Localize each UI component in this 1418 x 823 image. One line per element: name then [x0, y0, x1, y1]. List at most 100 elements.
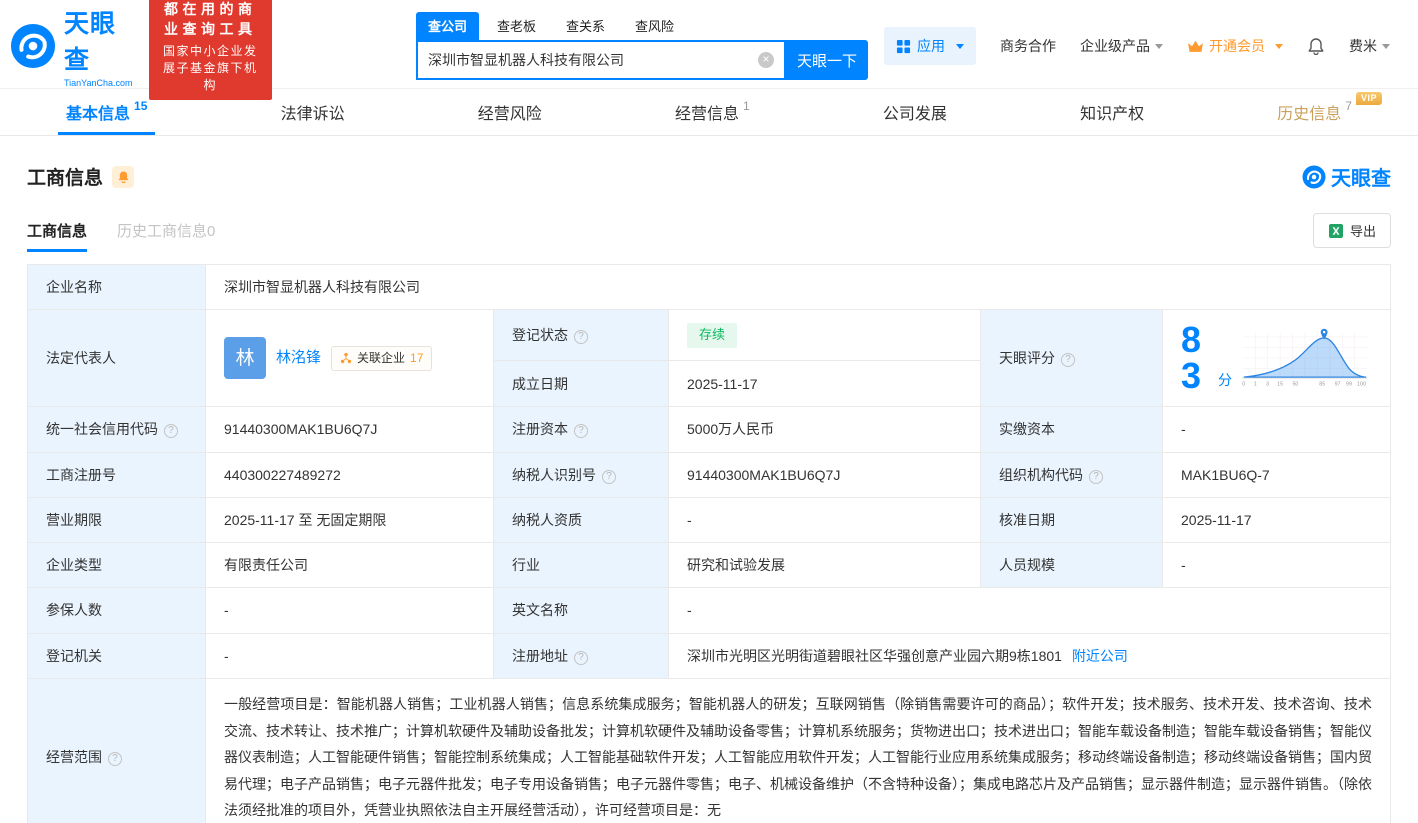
value-org-code: MAK1BU6Q-7	[1163, 452, 1391, 497]
tianyancha-logo[interactable]: 天眼查 TianYanCha.com	[10, 4, 133, 88]
promo-banner-line1: 都在用的商业查询工具	[159, 0, 262, 39]
chevron-down-icon	[1382, 44, 1390, 49]
svg-text:85: 85	[1319, 382, 1325, 388]
value-company-name: 深圳市智显机器人科技有限公司	[206, 265, 1391, 310]
related-companies-badge[interactable]: 关联企业 17	[331, 346, 432, 371]
enterprise-products-label: 企业级产品	[1080, 38, 1150, 54]
vip-badge: VIP	[1356, 92, 1382, 105]
label-insured-count: 参保人数	[28, 588, 206, 633]
search-input[interactable]	[428, 52, 758, 68]
tab-label: 经营信息	[675, 100, 739, 124]
logo-text-cn: 天眼查	[64, 4, 133, 76]
notifications-bell-icon[interactable]	[1307, 37, 1325, 55]
export-button[interactable]: 导出	[1313, 213, 1391, 248]
label-business-scope: 经营范围	[28, 679, 206, 823]
search-tab-company[interactable]: 查公司	[416, 12, 479, 40]
related-companies-label: 关联企业	[357, 350, 405, 367]
tyc-score[interactable]: 83分	[1181, 322, 1372, 394]
tab-history-info[interactable]: 历史信息7 VIP	[1269, 89, 1360, 135]
table-row: 营业期限 2025-11-17 至 无固定期限 纳税人资质 - 核准日期 202…	[28, 497, 1391, 542]
table-row: 法定代表人 林 林洺锋 关联企业	[28, 310, 1391, 361]
subscribe-bell-icon[interactable]	[112, 166, 134, 188]
help-icon[interactable]	[574, 424, 588, 438]
help-icon[interactable]	[1061, 353, 1075, 367]
related-companies-count: 17	[410, 350, 423, 367]
chevron-down-icon	[1275, 44, 1283, 49]
tab-label: 公司发展	[883, 100, 947, 124]
svg-text:100: 100	[1357, 382, 1366, 388]
label-company-type: 企业类型	[28, 543, 206, 588]
score-distribution-chart: 0 1 3 15 50 85 97 99 100	[1238, 326, 1372, 390]
label-approval-date: 核准日期	[981, 497, 1163, 542]
label-staff-size: 人员规模	[981, 543, 1163, 588]
value-staff-size: -	[1163, 543, 1391, 588]
search-button[interactable]: 天眼一下	[786, 40, 868, 80]
promo-banner-line2: 国家中小企业发展子基金旗下机构	[159, 42, 262, 93]
help-icon[interactable]	[602, 470, 616, 484]
label-reg-address: 注册地址	[494, 633, 669, 678]
label-taxpayer-id: 纳税人识别号	[494, 452, 669, 497]
enterprise-products-menu[interactable]: 企业级产品	[1080, 36, 1163, 56]
label-company-name: 企业名称	[28, 265, 206, 310]
table-row: 企业类型 有限责任公司 行业 研究和试验发展 人员规模 -	[28, 543, 1391, 588]
search-block: 查公司 查老板 查关系 查风险 天眼一下	[416, 12, 868, 80]
help-icon[interactable]	[574, 651, 588, 665]
table-row: 参保人数 - 英文名称 -	[28, 588, 1391, 633]
svg-text:1: 1	[1254, 382, 1257, 388]
clear-search-icon[interactable]	[758, 52, 774, 68]
help-icon[interactable]	[1089, 470, 1103, 484]
business-info-table: 企业名称 深圳市智显机器人科技有限公司 法定代表人 林 林洺锋	[27, 264, 1391, 823]
apps-menu[interactable]: 应用	[884, 27, 976, 65]
value-english-name: -	[669, 588, 1391, 633]
business-cooperation-link[interactable]: 商务合作	[1000, 36, 1056, 56]
subtab-business-info[interactable]: 工商信息	[27, 220, 87, 252]
label-paid-capital: 实缴资本	[981, 407, 1163, 452]
help-icon[interactable]	[108, 752, 122, 766]
label-reg-status: 登记状态	[494, 310, 669, 361]
svg-text:3: 3	[1266, 382, 1269, 388]
tianyancha-logo-icon	[10, 23, 56, 69]
apps-label: 应用	[917, 36, 945, 56]
help-icon[interactable]	[164, 424, 178, 438]
value-reg-status: 存续	[669, 310, 981, 361]
chevron-down-icon	[1155, 44, 1163, 49]
vip-upgrade-link[interactable]: 开通会员	[1187, 36, 1283, 56]
tab-legal-proceedings[interactable]: 法律诉讼	[273, 89, 353, 135]
tab-operating-risk[interactable]: 经营风险	[470, 89, 550, 135]
tab-company-development[interactable]: 公司发展	[875, 89, 955, 135]
value-business-scope: 一般经营项目是：智能机器人销售；工业机器人销售；信息系统集成服务；智能机器人的研…	[206, 679, 1391, 823]
user-menu[interactable]: 费米	[1349, 36, 1390, 56]
label-credit-code: 统一社会信用代码	[28, 407, 206, 452]
tianyancha-watermark: 天眼查	[1302, 162, 1391, 191]
tab-label: 历史信息	[1277, 100, 1341, 124]
value-industry: 研究和试验发展	[669, 543, 981, 588]
tab-basic-info[interactable]: 基本信息15	[58, 89, 155, 135]
main-content: 工商信息 天眼查 工商信息 历史工商信息0 导出	[0, 162, 1418, 823]
search-tab-risk[interactable]: 查风险	[623, 12, 686, 40]
legal-rep-name-link[interactable]: 林洺锋	[276, 347, 321, 369]
tab-label: 基本信息	[66, 100, 130, 124]
svg-text:0: 0	[1242, 382, 1245, 388]
svg-text:50: 50	[1292, 382, 1298, 388]
watermark-text: 天眼查	[1331, 162, 1391, 191]
tab-count: 7	[1345, 99, 1352, 113]
legal-rep-avatar[interactable]: 林	[224, 337, 266, 379]
svg-text:99: 99	[1346, 382, 1352, 388]
table-row: 企业名称 深圳市智显机器人科技有限公司	[28, 265, 1391, 310]
nearby-companies-link[interactable]: 附近公司	[1072, 648, 1128, 664]
score-number: 83	[1181, 322, 1212, 394]
search-tab-boss[interactable]: 查老板	[485, 12, 548, 40]
logo-text-en: TianYanCha.com	[64, 78, 133, 88]
search-tab-relation[interactable]: 查关系	[554, 12, 617, 40]
subtab-history-business-info[interactable]: 历史工商信息0	[117, 220, 215, 252]
tab-operating-info[interactable]: 经营信息1	[667, 89, 758, 135]
header-right-nav: 应用 商务合作 企业级产品 开通会员 费米	[884, 27, 1390, 65]
label-business-term: 营业期限	[28, 497, 206, 542]
value-business-term: 2025-11-17 至 无固定期限	[206, 497, 494, 542]
help-icon[interactable]	[574, 330, 588, 344]
value-reg-authority: -	[206, 633, 494, 678]
tab-intellectual-property[interactable]: 知识产权	[1072, 89, 1152, 135]
tab-label: 法律诉讼	[281, 100, 345, 124]
relation-icon	[340, 352, 352, 364]
vip-label: 开通会员	[1209, 36, 1265, 56]
